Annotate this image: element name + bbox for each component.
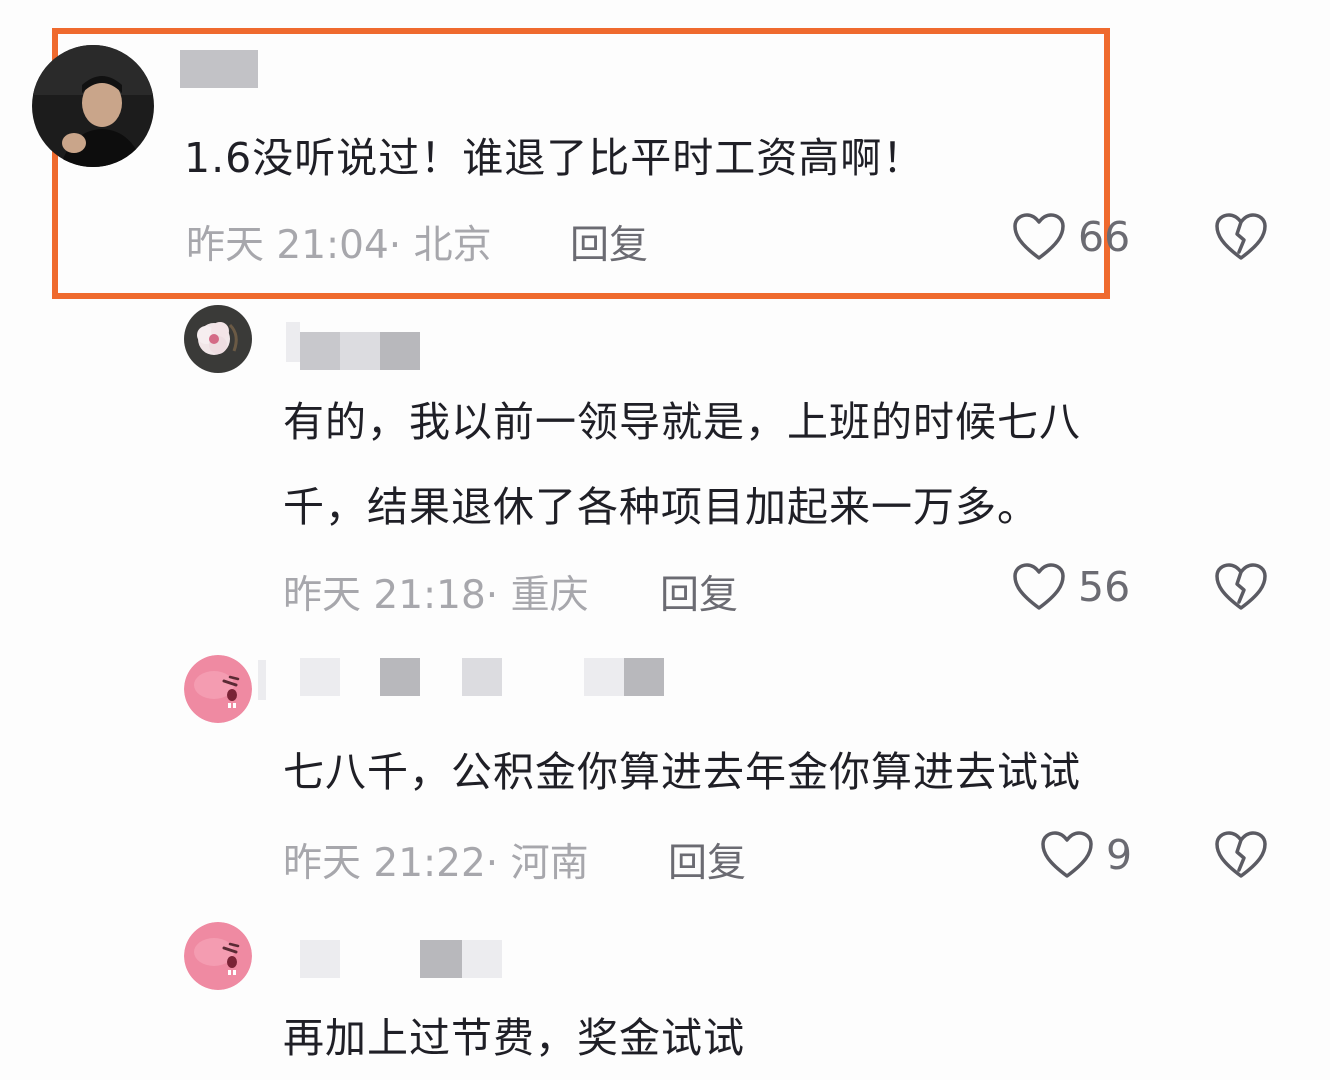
broken-heart-icon [1214, 830, 1268, 880]
username-blurred[interactable] [180, 50, 258, 88]
username-blurred[interactable] [340, 332, 380, 370]
username-blurred[interactable] [380, 332, 420, 370]
comment-time: 昨天 21:22 [283, 841, 486, 886]
comment-location: · 重庆 [485, 573, 589, 618]
comment-meta: 昨天 21:22· 河南 [283, 832, 589, 888]
like-button[interactable]: 66 [1012, 212, 1130, 262]
comment-time: 昨天 21:04 [186, 223, 389, 268]
comment-text: 再加上过节费，奖金试试 [283, 1014, 745, 1062]
comment-meta: 昨天 21:18· 重庆 [283, 564, 589, 620]
reply-button[interactable]: 回复 [660, 564, 738, 620]
username-blurred[interactable] [300, 658, 340, 696]
username-blurred[interactable] [300, 332, 340, 370]
comment-text: 七八千，公积金你算进去年金你算进去试试 [283, 748, 1081, 796]
avatar[interactable] [184, 305, 252, 373]
username-blurred[interactable] [300, 940, 340, 978]
like-button[interactable]: 9 [1040, 830, 1132, 880]
like-count: 56 [1078, 563, 1131, 611]
heart-outline-icon [1012, 212, 1066, 262]
reply-button[interactable]: 回复 [570, 214, 648, 270]
comment-text: 千，结果退休了各种项目加起来一万多。 [283, 483, 1039, 531]
avatar-pink-face [184, 922, 252, 990]
comment-location: · 北京 [388, 223, 492, 268]
like-count: 66 [1078, 213, 1131, 261]
username-blurred[interactable] [420, 940, 462, 978]
avatar-photo [32, 45, 154, 167]
avatar-flower [184, 305, 252, 373]
comment-meta: 昨天 21:04· 北京 [186, 214, 492, 270]
heart-outline-icon [1012, 562, 1066, 612]
comment-text: 有的，我以前一领导就是，上班的时候七八 [283, 398, 1081, 446]
username-blurred[interactable] [462, 940, 502, 978]
like-button[interactable]: 56 [1012, 562, 1130, 612]
avatar-pink-face [184, 655, 252, 723]
comment-location: · 河南 [485, 841, 589, 886]
broken-heart-icon [1214, 562, 1268, 612]
username-blurred[interactable] [286, 322, 300, 362]
avatar[interactable] [184, 655, 252, 723]
dislike-button[interactable] [1214, 830, 1268, 880]
reply-button[interactable]: 回复 [668, 832, 746, 888]
username-blurred[interactable] [584, 658, 624, 696]
avatar[interactable] [32, 45, 154, 167]
broken-heart-icon [1214, 212, 1268, 262]
dislike-button[interactable] [1214, 562, 1268, 612]
heart-outline-icon [1040, 830, 1094, 880]
like-count: 9 [1106, 831, 1133, 879]
username-blurred[interactable] [258, 660, 266, 700]
username-blurred[interactable] [380, 658, 420, 696]
comment-time: 昨天 21:18 [283, 573, 486, 618]
avatar[interactable] [184, 922, 252, 990]
username-blurred[interactable] [462, 658, 502, 696]
dislike-button[interactable] [1214, 212, 1268, 262]
comment-text: 1.6没听说过！谁退了比平时工资高啊！ [184, 134, 925, 182]
username-blurred[interactable] [624, 658, 664, 696]
